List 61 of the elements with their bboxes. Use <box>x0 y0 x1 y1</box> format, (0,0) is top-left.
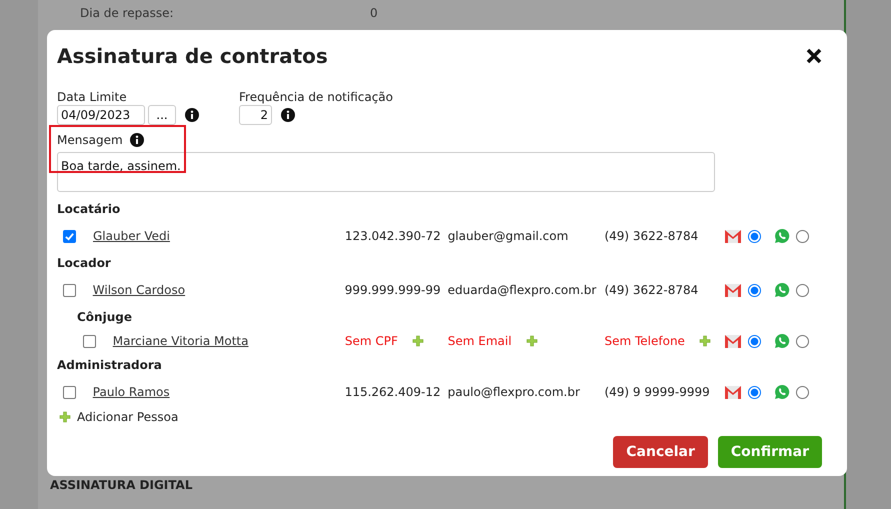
add-icon[interactable] <box>59 411 71 423</box>
contact-text: 123.042.390-72 <box>344 229 441 243</box>
radio-button[interactable] <box>748 334 761 348</box>
dialog-title: Assinatura de contratos <box>57 44 328 68</box>
person-link[interactable]: Paulo Ramos <box>92 385 345 399</box>
message-field[interactable]: Boa tarde, assinem. <box>57 152 715 192</box>
contact-text: (49) 3622-8784 <box>604 283 698 297</box>
contact-text: 999.999.999-99 <box>344 283 441 297</box>
contact-text: (49) 9 9999-9999 <box>604 385 710 399</box>
checkbox[interactable] <box>83 334 96 348</box>
field-label: Dia de repasse: <box>80 6 175 20</box>
checkbox[interactable] <box>63 230 76 242</box>
add-icon[interactable] <box>526 335 538 347</box>
field-value: 0 <box>370 6 378 20</box>
gmail-icon <box>724 334 742 348</box>
contact-text: Sem Telefone <box>604 334 685 348</box>
date-picker-button[interactable]: ... <box>148 105 176 125</box>
radio-button[interactable] <box>748 386 762 398</box>
field-label: Mensagem <box>57 133 123 147</box>
whatsapp-icon <box>774 384 790 400</box>
info-icon <box>185 108 199 122</box>
gmail-icon <box>724 229 742 243</box>
info-icon <box>281 108 295 122</box>
radio-button[interactable] <box>796 230 809 242</box>
field-label: Data Limite <box>57 90 128 104</box>
radio-button[interactable] <box>748 284 762 296</box>
contact-text: Sem Email <box>448 334 512 348</box>
person-link[interactable]: Glauber Vedi <box>93 229 345 243</box>
cancel-button[interactable]: Cancelar <box>613 436 708 468</box>
info-icon <box>130 133 144 147</box>
contact-text: eduarda@flexpro.com.br <box>448 283 596 297</box>
checkbox[interactable] <box>63 284 76 296</box>
person-link[interactable]: Marciane Vitoria Motta <box>112 334 345 348</box>
radio-button[interactable] <box>796 334 809 348</box>
group-heading: Locatário <box>57 201 122 218</box>
whatsapp-icon <box>774 333 790 349</box>
radio-button[interactable] <box>796 284 810 296</box>
radio-button[interactable] <box>748 230 761 242</box>
date-field[interactable]: 04/09/2023 <box>57 105 145 125</box>
add-icon[interactable] <box>412 335 424 347</box>
contact-text: glauber@gmail.com <box>448 229 568 243</box>
group-heading: Cônjuge <box>76 309 133 326</box>
whatsapp-icon <box>774 282 790 298</box>
contact-text: paulo@flexpro.com.br <box>448 385 580 399</box>
whatsapp-icon <box>774 228 790 244</box>
add-icon[interactable] <box>698 335 711 347</box>
add-person-link[interactable]: Adicionar Pessoa <box>77 410 178 424</box>
group-heading: Administradora <box>57 357 163 374</box>
gmail-icon <box>724 385 742 399</box>
gmail-icon <box>724 283 742 297</box>
section-title: ASSINATURA DIGITAL <box>50 478 192 492</box>
contact-text: (49) 3622-8784 <box>604 229 698 243</box>
contact-text: 115.262.409-12 <box>344 385 441 399</box>
contact-text: Sem CPF <box>344 334 398 348</box>
field-label: Frequência de notificação <box>239 90 393 104</box>
checkbox[interactable] <box>63 386 76 398</box>
group-heading: Locador <box>57 255 112 272</box>
person-link[interactable]: Wilson Cardoso <box>92 283 345 297</box>
frequency-field[interactable]: 2 <box>239 105 272 125</box>
radio-button[interactable] <box>796 386 810 398</box>
close-icon[interactable] <box>806 48 822 64</box>
